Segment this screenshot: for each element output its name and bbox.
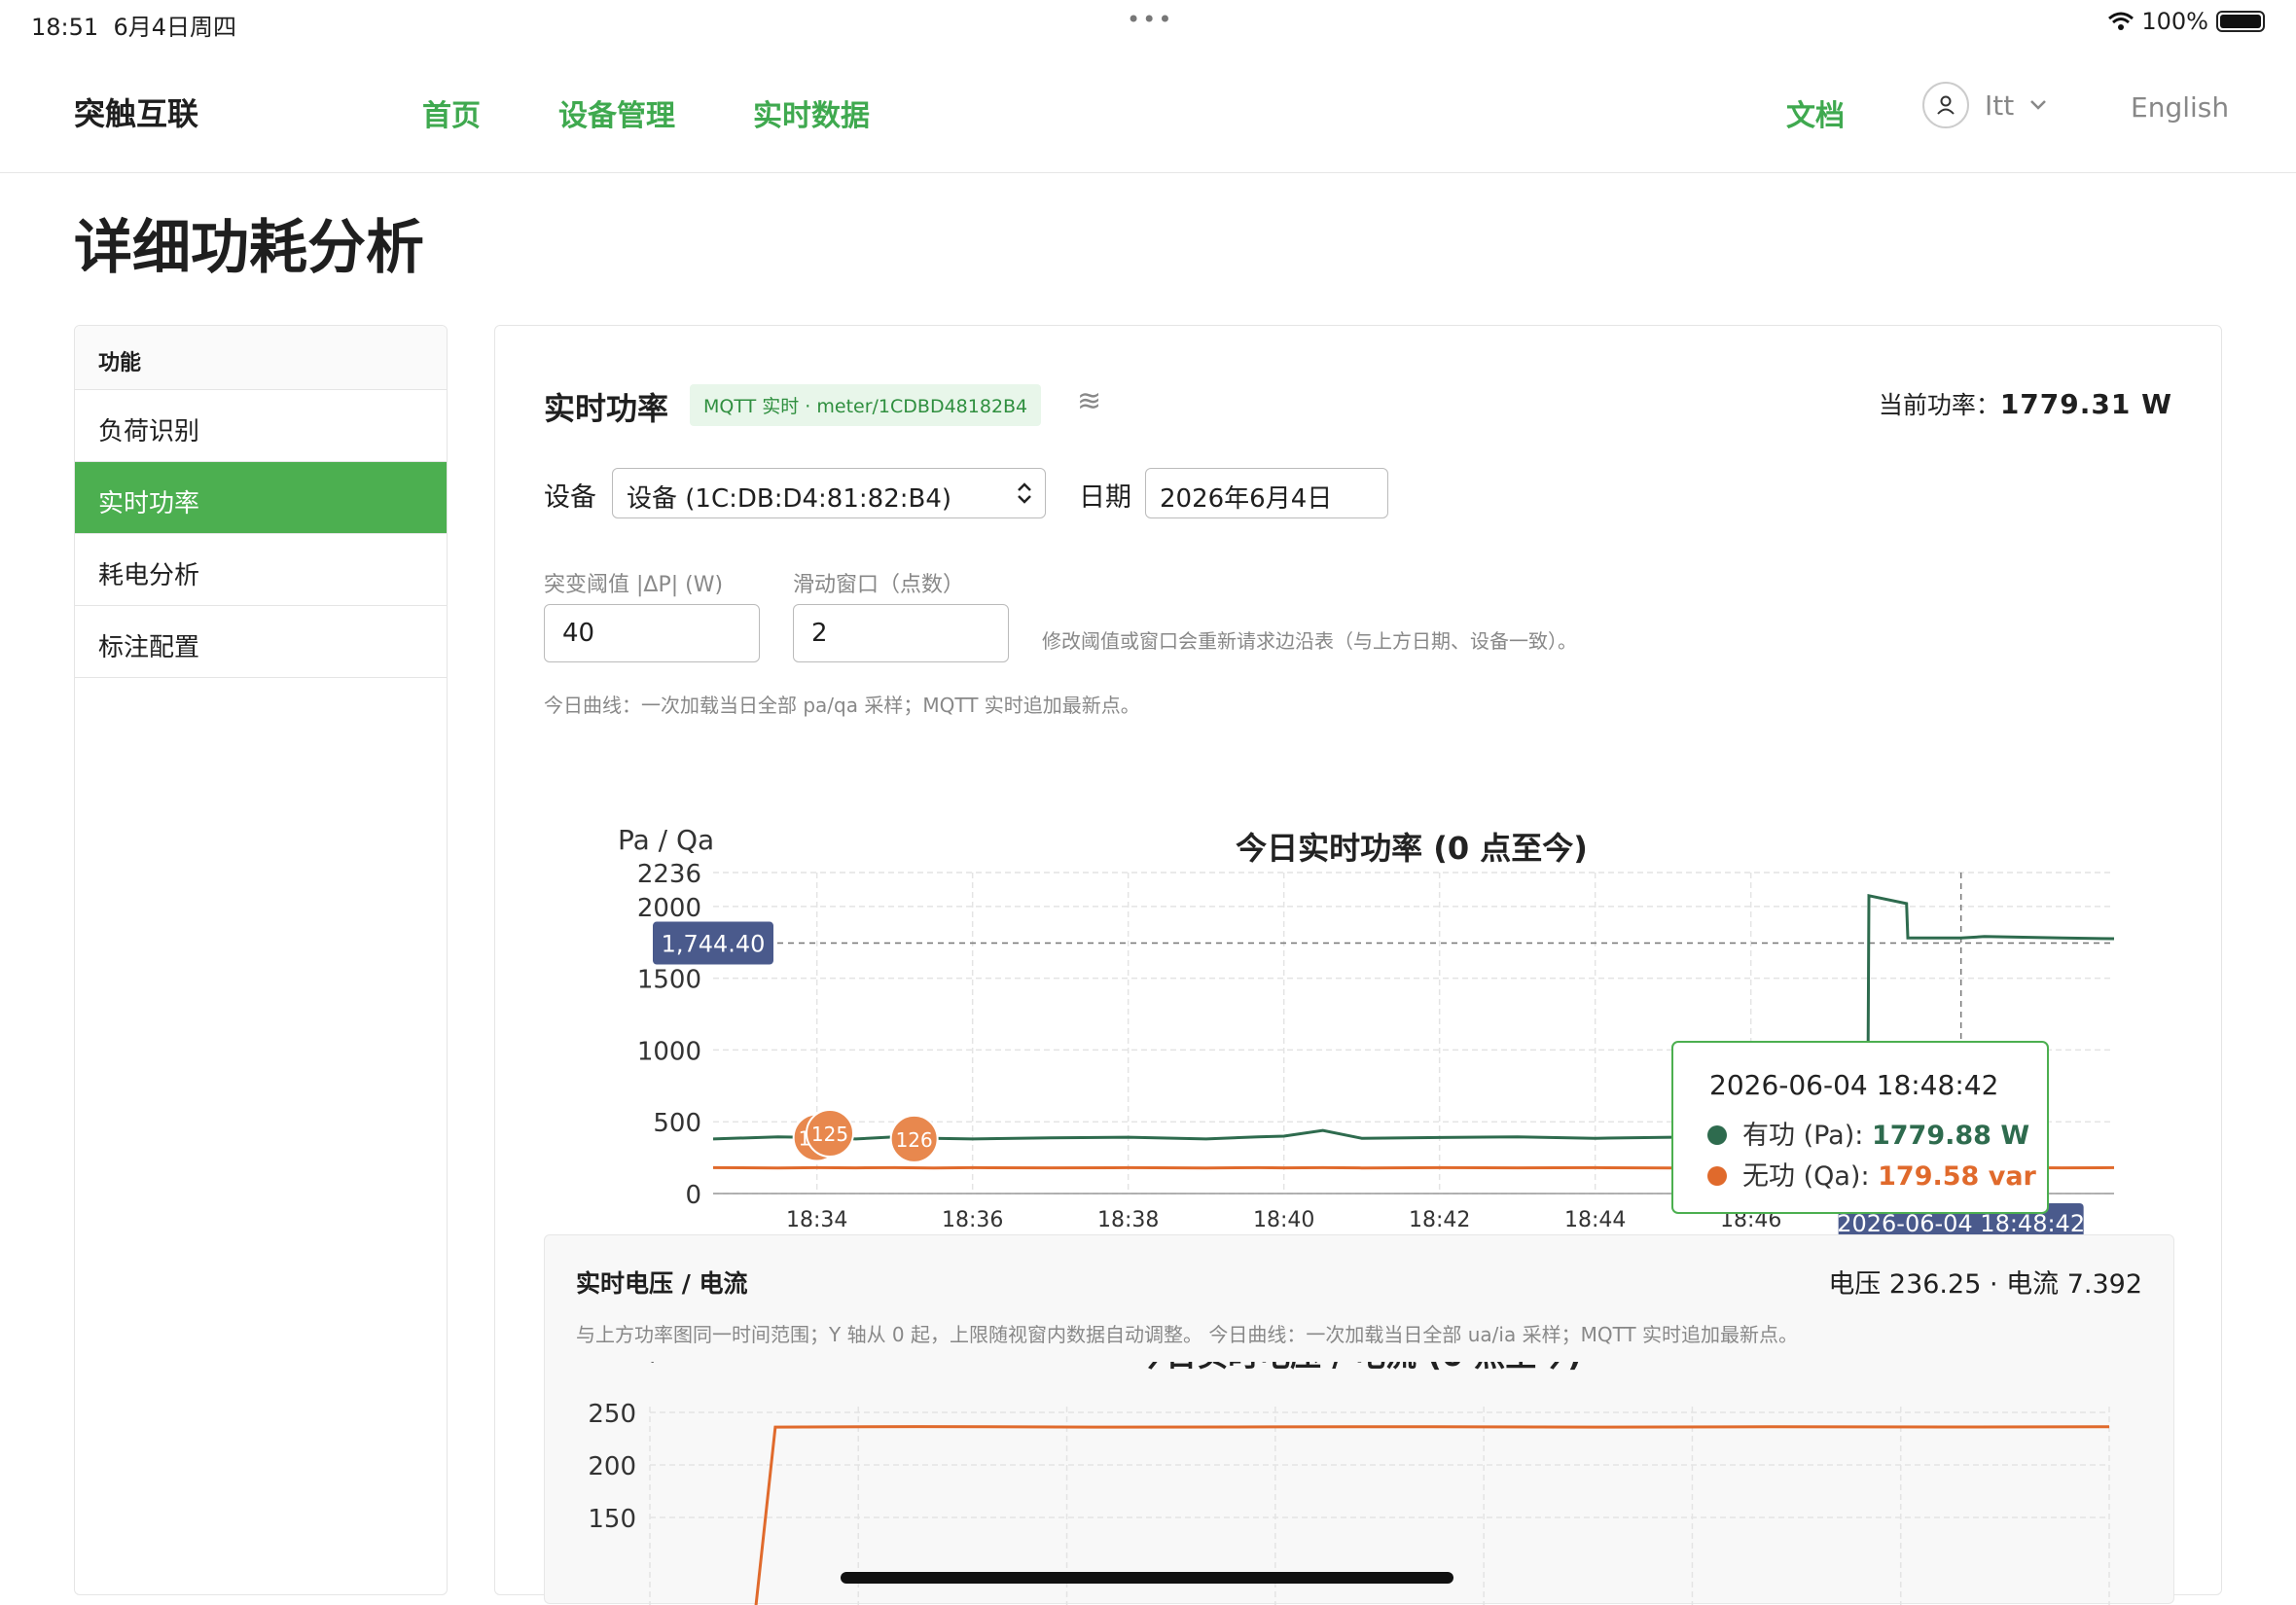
voltage-card-desc: 与上方功率图同一时间范围；Y 轴从 0 起，上限随视窗内数据自动调整。 今日曲线…: [576, 1319, 1798, 1347]
voltage-chart[interactable]: U / I 今日实时电压 / 电流 (0 点至今) 250 200 150: [545, 1362, 2175, 1605]
voltage-card-title: 实时电压 / 电流: [576, 1265, 748, 1300]
edge-marker: 126: [891, 1116, 938, 1162]
home-indicator[interactable]: [841, 1572, 1453, 1584]
voltage-current-values: 电压 236.25 · 电流 7.392: [1828, 1263, 2142, 1301]
y-tick-label: 0: [685, 1181, 701, 1210]
sidebar-item-label-config[interactable]: 标注配置: [75, 606, 447, 678]
tooltip-qa-value: 179.58 var: [1878, 1161, 2036, 1192]
user-menu[interactable]: Itt: [1922, 82, 2047, 128]
x-tick-label: 18:34: [786, 1208, 847, 1232]
tooltip-pa-label: 有功 (Pa): 1779.88 W: [1742, 1121, 2029, 1151]
device-select[interactable]: 设备 (1C:DB:D4:81:82:B4): [612, 468, 1046, 518]
current-power-value: 1779.31 W: [2000, 388, 2172, 420]
x-tick-label: 18:44: [1564, 1208, 1626, 1232]
x-tick-label: 18:38: [1097, 1208, 1159, 1232]
sidebar-header: 功能: [75, 326, 447, 390]
x-tick-label: 18:40: [1253, 1208, 1314, 1232]
y-tick-label: 250: [588, 1400, 636, 1429]
language-switch[interactable]: English: [2131, 91, 2229, 124]
tooltip-pa-value: 1779.88 W: [1872, 1121, 2029, 1151]
wave-icon: ≋: [1077, 384, 1101, 418]
sidebar-item-energy-analysis[interactable]: 耗电分析: [75, 534, 447, 606]
page-title: 详细功耗分析: [74, 200, 424, 285]
y-axis-label: Pa / Qa: [618, 824, 714, 856]
top-nav: 突触互联 首页 设备管理 实时数据 文档 Itt English: [0, 56, 2296, 173]
threshold-label: 突变阈值 |ΔP| (W): [544, 567, 723, 598]
sidebar-item-load-recognition[interactable]: 负荷识别: [75, 390, 447, 462]
crosshair-x-label: 2026-06-04 18:48:42: [1837, 1210, 2085, 1237]
select-arrows-icon: [1016, 482, 1033, 504]
edge-marker-label: 126: [896, 1128, 933, 1152]
nav-home[interactable]: 首页: [422, 91, 481, 134]
mqtt-badge: MQTT 实时 · meter/1CDBD48182B4: [690, 384, 1041, 426]
nav-docs[interactable]: 文档: [1786, 91, 1845, 134]
tooltip-qa-dot: [1707, 1166, 1727, 1186]
voltage-current-card: 实时电压 / 电流 电压 236.25 · 电流 7.392 与上方功率图同一时…: [544, 1234, 2174, 1604]
battery-icon: [2216, 11, 2265, 32]
nav-realtime[interactable]: 实时数据: [753, 91, 870, 134]
window-input[interactable]: 2: [793, 604, 1009, 662]
wifi-icon: [2108, 12, 2134, 31]
nav-devices[interactable]: 设备管理: [558, 91, 675, 134]
crosshair-y-tag: 1,744.40: [653, 922, 773, 965]
x-tick-label: 18:36: [942, 1208, 1003, 1232]
y-tick-label: 2000: [637, 894, 701, 923]
device-label: 设备: [544, 476, 596, 514]
realtime-power-panel: 实时功率 MQTT 实时 · meter/1CDBD48182B4 ≋ 当前功率…: [494, 325, 2222, 1595]
chart-tooltip: 2026-06-04 18:48:42 有功 (Pa): 1779.88 W 无功 …: [1672, 1042, 2048, 1213]
y-tick-label: 1000: [637, 1037, 701, 1066]
date-label: 日期: [1079, 476, 1131, 514]
brand-logo[interactable]: 突触互联: [74, 89, 198, 134]
crosshair-y-label: 1,744.40: [662, 931, 766, 958]
status-right: 100%: [2108, 8, 2265, 35]
current-power: 当前功率：1779.31 W: [1879, 386, 2172, 421]
chart-title: 今日实时功率 (0 点至今): [1236, 830, 1588, 867]
tooltip-qa-label: 无功 (Qa): 179.58 var: [1742, 1161, 2037, 1192]
edge-marker: 125: [807, 1110, 853, 1157]
device-select-value: 设备 (1C:DB:D4:81:82:B4): [627, 484, 951, 514]
x-tick-label: 18:42: [1409, 1208, 1470, 1232]
chevron-down-icon: [2029, 99, 2047, 111]
y-tick-label: 1500: [637, 966, 701, 995]
date-picker[interactable]: 2026年6月4日: [1145, 468, 1388, 518]
y-tick-label: 150: [588, 1505, 636, 1534]
chart-title: 今日实时电压 / 电流 (0 点至今): [1134, 1362, 1582, 1373]
threshold-input[interactable]: 40: [544, 604, 760, 662]
panel-title: 实时功率: [544, 384, 668, 429]
battery-percent: 100%: [2141, 8, 2208, 35]
multitask-dots-icon[interactable]: •••: [1127, 6, 1173, 33]
y-axis-label: U / I: [623, 1362, 677, 1367]
curve-note: 今日曲线：一次加载当日全部 pa/qa 采样；MQTT 实时追加最新点。: [544, 690, 1140, 718]
user-name: Itt: [1985, 89, 2014, 122]
sidebar-item-realtime-power[interactable]: 实时功率: [75, 462, 447, 534]
user-avatar-icon: [1922, 82, 1969, 128]
status-bar: 18:51 6月4日周四 ••• 100%: [0, 0, 2296, 47]
tooltip-time: 2026-06-04 18:48:42: [1709, 1069, 1998, 1101]
window-label: 滑动窗口（点数）: [793, 567, 964, 598]
y-tick-label: 200: [588, 1452, 636, 1481]
threshold-hint: 修改阈值或窗口会重新请求边沿表（与上方日期、设备一致）。: [1042, 625, 1577, 654]
status-time: 18:51 6月4日周四: [31, 8, 236, 42]
y-tick-label: 2236: [637, 860, 701, 889]
edge-marker-label: 125: [811, 1123, 848, 1146]
y-tick-label: 500: [653, 1109, 701, 1138]
tooltip-pa-dot: [1707, 1125, 1727, 1145]
sidebar: 功能 负荷识别 实时功率 耗电分析 标注配置: [74, 325, 448, 1595]
